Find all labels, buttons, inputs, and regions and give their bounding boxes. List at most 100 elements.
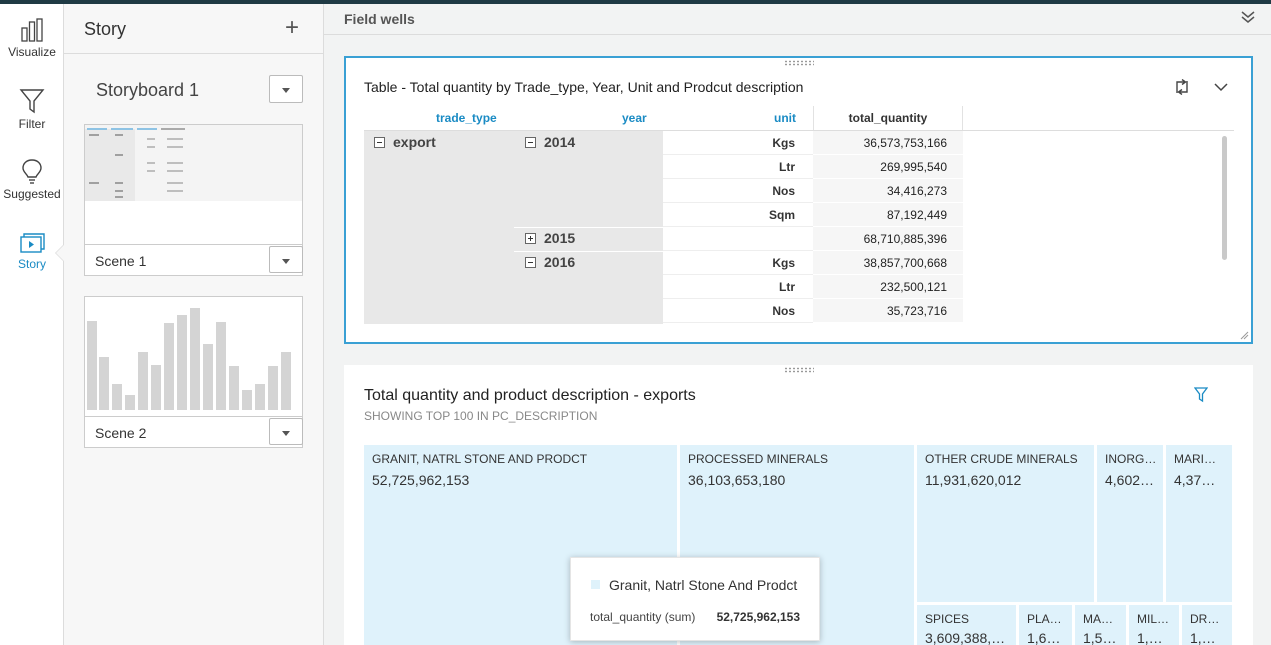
header-total-quantity[interactable]: total_quantity [813,106,963,130]
tile-value: 11,931,620,012 [925,472,1022,488]
measure-cell[interactable]: 34,416,273 [813,179,963,203]
tooltip-swatch [591,580,600,589]
header-trade-type[interactable]: trade_type [436,106,556,130]
nav-visualize[interactable]: Visualize [0,18,64,59]
year-value: 2016 [544,254,576,270]
treemap-tile[interactable]: MIL… 1,… [1129,605,1179,645]
field-wells-label: Field wells [344,11,415,27]
treemap-tile[interactable]: DR… 1,… [1182,605,1232,645]
table-visual-title: Table - Total quantity by Trade_type, Ye… [364,79,804,95]
tile-value: 36,103,653,180 [688,472,786,488]
pivot-table: trade_type year unit total_quantity expo… [364,106,1234,324]
treemap-tile[interactable]: MARI… 4,37… [1166,445,1232,602]
nav-suggested-label: Suggested [3,187,61,201]
story-panel-title: Story [84,19,127,39]
scene-2-label-row[interactable]: Scene 2 [84,417,303,448]
swap-axes-icon[interactable] [1174,79,1190,95]
trade-type-cell-bg [364,131,514,324]
trade-type-value: export [393,134,436,150]
double-chevron-down-icon[interactable] [1241,10,1255,24]
collapse-icon[interactable] [525,137,536,148]
year-2015-cell[interactable]: 2015 [525,226,575,250]
nav-suggested[interactable]: Suggested [0,158,64,201]
expand-icon[interactable] [525,233,536,244]
tile-value: 3,609,388,… [925,630,1006,645]
year-value: 2015 [544,230,576,246]
collapse-icon[interactable] [525,257,536,268]
story-header: Story + [64,4,323,54]
active-pointer [55,244,64,262]
nav-visualize-label: Visualize [8,45,56,59]
scene-1-preview [85,125,302,244]
tile-name: DR… [1190,612,1220,626]
unit-cell: Nos [663,179,813,203]
table-scrollbar[interactable] [1222,136,1227,260]
collapse-icon[interactable] [374,137,385,148]
scene-1-dropdown-button[interactable] [269,246,303,273]
tile-value: 4,602… [1105,472,1155,488]
scene-1-thumbnail[interactable] [84,124,303,245]
storyboard-dropdown-button[interactable] [269,75,303,103]
resize-handle-icon[interactable] [1240,331,1249,340]
measure-cell[interactable]: 35,723,716 [813,299,963,323]
unit-cell: Nos [663,299,813,323]
year-2014-cell[interactable]: 2014 [525,130,575,154]
tile-name: SPICES [925,612,970,626]
year-2016-cell[interactable]: 2016 [525,250,575,274]
tile-name: MIL… [1137,612,1170,626]
storyboard-name: Storyboard 1 [96,80,200,100]
treemap-area: GRANIT, NATRL STONE AND PRODCT 52,725,96… [364,445,1232,645]
measure-cell[interactable]: 36,573,753,166 [813,131,963,155]
pivot-table-visual[interactable]: Table - Total quantity by Trade_type, Ye… [344,56,1253,344]
left-nav-rail: Visualize Filter Suggested Story [0,4,64,645]
unit-cell: Kgs [663,251,813,275]
year-value: 2014 [544,134,576,150]
field-wells-bar[interactable]: Field wells [324,4,1271,35]
treemap-tile[interactable]: PLA… 1,6… [1019,605,1072,645]
nav-filter[interactable]: Filter [0,88,64,131]
tile-value: 4,37… [1174,472,1216,488]
treemap-tile[interactable]: OTHER CRUDE MINERALS 11,931,620,012 [917,445,1094,602]
nav-filter-label: Filter [18,117,46,131]
tile-value: 1,… [1137,630,1163,645]
treemap-title: Total quantity and product description -… [364,387,696,404]
scene-2-thumbnail[interactable] [84,296,303,417]
analysis-canvas: Field wells Table - Total quantity by Tr… [324,4,1271,645]
trade-type-cell[interactable]: export [374,130,436,154]
tile-name: MARI… [1174,452,1216,466]
unit-cell: Ltr [663,155,813,179]
nav-story-label: Story [17,257,46,271]
tile-name: OTHER CRUDE MINERALS [925,452,1078,466]
scene-2-preview [85,297,302,416]
scene-1-label-row[interactable]: Scene 1 [84,245,303,276]
measure-cell[interactable]: 232,500,121 [813,275,963,299]
measure-cell[interactable]: 269,995,540 [813,155,963,179]
tile-name: INORG… [1105,452,1157,466]
drag-handle[interactable] [783,367,814,373]
unit-cell: Sqm [663,203,813,227]
add-storyboard-button[interactable]: + [285,16,299,40]
scene-2-label: Scene 2 [95,425,147,441]
measure-cell[interactable]: 68,710,885,396 [813,227,963,251]
tooltip-key: total_quantity (sum) [590,610,696,624]
unit-cell: Ltr [663,275,813,299]
tile-value: 1,6… [1027,630,1061,645]
treemap-visual[interactable]: Total quantity and product description -… [344,365,1253,645]
drag-handle[interactable] [783,60,814,66]
tile-name: MA… [1083,612,1113,626]
tile-name: PLA… [1027,612,1062,626]
treemap-tile[interactable]: SPICES 3,609,388,… [917,605,1016,645]
tile-value: 52,725,962,153 [372,472,470,488]
filter-icon[interactable] [1194,387,1208,403]
measure-cell[interactable]: 38,857,700,668 [813,251,963,275]
bar-chart-icon [21,18,43,42]
chevron-down-icon[interactable] [1214,82,1228,92]
treemap-tile[interactable]: MA… 1,5… [1075,605,1126,645]
treemap-tile[interactable]: INORG… 4,602… [1097,445,1163,602]
unit-cell: Kgs [663,131,813,155]
header-year[interactable]: year [622,106,742,130]
scene-2-dropdown-button[interactable] [269,418,303,445]
measure-cell[interactable]: 87,192,449 [813,203,963,227]
tooltip: Granit, Natrl Stone And Prodct total_qua… [570,557,820,641]
tile-name: GRANIT, NATRL STONE AND PRODCT [372,452,588,466]
